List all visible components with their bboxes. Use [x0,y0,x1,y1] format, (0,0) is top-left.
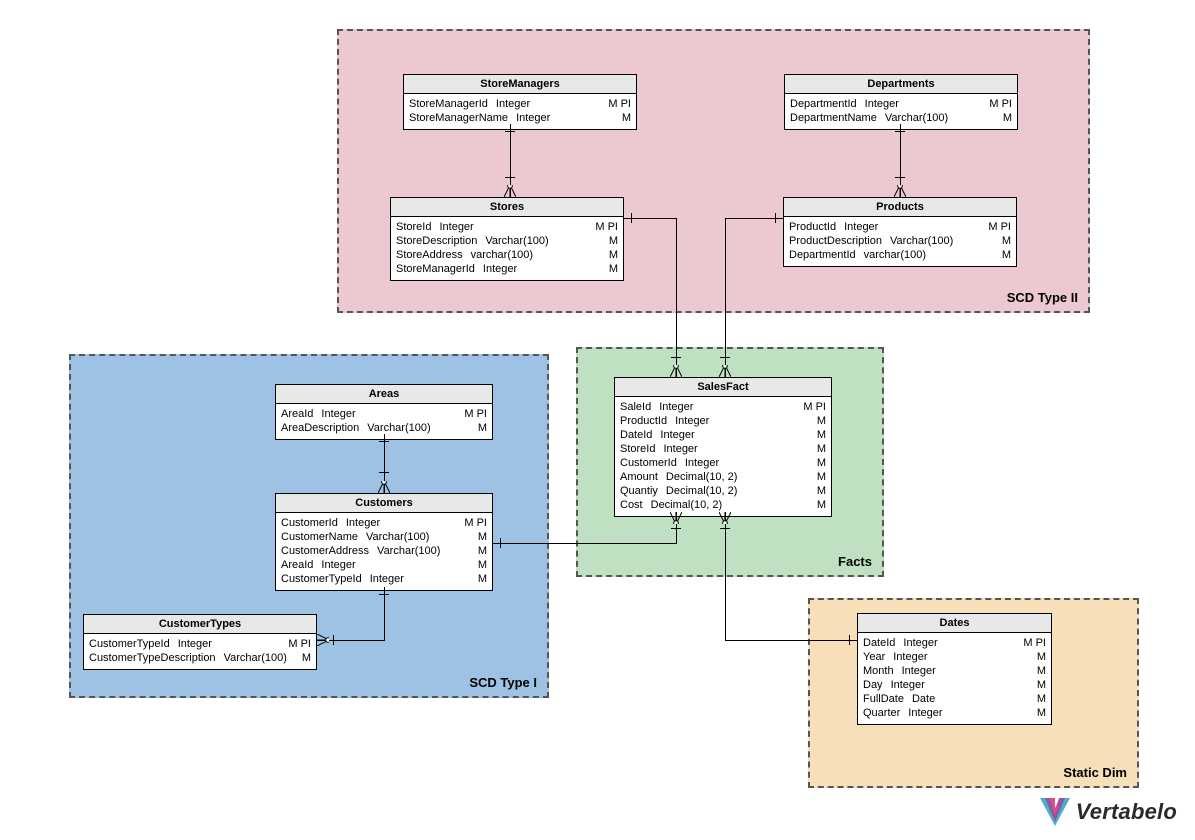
table-row: StoreManagerNameIntegerM [409,111,631,125]
entity-title: Areas [276,385,492,404]
entity-store-managers[interactable]: StoreManagers StoreManagerIdIntegerM PI … [403,74,637,130]
table-row: StoreIdIntegerM PI [396,220,618,234]
entity-title: Departments [785,75,1017,94]
table-row: MonthIntegerM [863,664,1046,678]
table-row: AreaIdIntegerM [281,558,487,572]
table-row: FullDateDateM [863,692,1046,706]
entity-areas[interactable]: Areas AreaIdIntegerM PI AreaDescriptionV… [275,384,493,440]
connector-line [725,640,857,641]
table-row: AreaIdIntegerM PI [281,407,487,421]
connector-endpoint-icon [671,357,681,358]
region-label-scd2: SCD Type II [1007,290,1078,305]
table-row: StoreManagerIdIntegerM [396,262,618,276]
entity-title: SalesFact [615,378,831,397]
table-row: DepartmentNameVarchar(100)M [790,111,1012,125]
connector-endpoint-icon [849,635,850,645]
table-row: CustomerIdIntegerM PI [281,516,487,530]
table-row: StoreIdIntegerM [620,442,826,456]
table-row: StoreDescriptionVarchar(100)M [396,234,618,248]
entity-products[interactable]: Products ProductIdIntegerM PI ProductDes… [783,197,1017,267]
table-row: DepartmentIdvarchar(100)M [789,248,1011,262]
connector-line [384,434,385,493]
connector-endpoint-icon [720,357,730,358]
table-row: CustomerTypeDescriptionVarchar(100)M [89,651,311,665]
table-row: CustomerAddressVarchar(100)M [281,544,487,558]
connector-endpoint-icon [775,213,776,223]
entity-customers[interactable]: Customers CustomerIdIntegerM PI Customer… [275,493,493,591]
table-row: AreaDescriptionVarchar(100)M [281,421,487,435]
table-row: YearIntegerM [863,650,1046,664]
table-row: AmountDecimal(10, 2)M [620,470,826,484]
region-label-static: Static Dim [1063,765,1127,780]
table-row: CustomerIdIntegerM [620,456,826,470]
table-row: CustomerTypeIdIntegerM PI [89,637,311,651]
table-row: StoreManagerIdIntegerM PI [409,97,631,111]
table-row: ProductIdIntegerM [620,414,826,428]
table-row: SaleIdIntegerM PI [620,400,826,414]
table-row: DateIdIntegerM [620,428,826,442]
entity-departments[interactable]: Departments DepartmentIdIntegerM PI Depa… [784,74,1018,130]
connector-endpoint-icon [505,177,515,178]
connector-line [510,124,511,197]
connector-line [725,218,726,377]
table-row: QuarterIntegerM [863,706,1046,720]
vertabelo-logo: Vertabelo [1040,798,1177,826]
entity-sales-fact[interactable]: SalesFact SaleIdIntegerM PI ProductIdInt… [614,377,832,517]
connector-line [725,512,726,641]
connector-endpoint-icon [379,472,389,473]
table-row: ProductDescriptionVarchar(100)M [789,234,1011,248]
table-row: CostDecimal(10, 2)M [620,498,826,512]
entity-dates[interactable]: Dates DateIdIntegerM PI YearIntegerM Mon… [857,613,1052,725]
table-row: QuantiyDecimal(10, 2)M [620,484,826,498]
connector-endpoint-icon [333,635,334,645]
connector-endpoint-icon [379,441,389,442]
entity-stores[interactable]: Stores StoreIdIntegerM PI StoreDescripti… [390,197,624,281]
entity-customer-types[interactable]: CustomerTypes CustomerTypeIdIntegerM PI … [83,614,317,670]
connector-endpoint-icon [379,594,389,595]
entity-title: Dates [858,614,1051,633]
connector-line [676,218,677,377]
table-row: CustomerTypeIdIntegerM [281,572,487,586]
entity-title: CustomerTypes [84,615,316,634]
table-row: DayIntegerM [863,678,1046,692]
connector-endpoint-icon [895,177,905,178]
connector-line [493,543,676,544]
connector-endpoint-icon [631,213,632,223]
vertabelo-icon [1040,798,1070,826]
connector-endpoint-icon [671,528,681,529]
connector-endpoint-icon [500,538,501,548]
entity-title: StoreManagers [404,75,636,94]
connector-endpoint-icon [505,131,515,132]
connector-line [900,124,901,197]
entity-title: Stores [391,198,623,217]
table-row: StoreAddressvarchar(100)M [396,248,618,262]
connector-line [317,640,385,641]
entity-title: Customers [276,494,492,513]
table-row: DateIdIntegerM PI [863,636,1046,650]
table-row: ProductIdIntegerM PI [789,220,1011,234]
logo-text: Vertabelo [1076,799,1177,825]
table-row: CustomerNameVarchar(100)M [281,530,487,544]
region-label-facts: Facts [838,554,872,569]
entity-title: Products [784,198,1016,217]
table-row: DepartmentIdIntegerM PI [790,97,1012,111]
connector-endpoint-icon [720,528,730,529]
region-label-scd1: SCD Type I [469,675,537,690]
connector-endpoint-icon [895,131,905,132]
